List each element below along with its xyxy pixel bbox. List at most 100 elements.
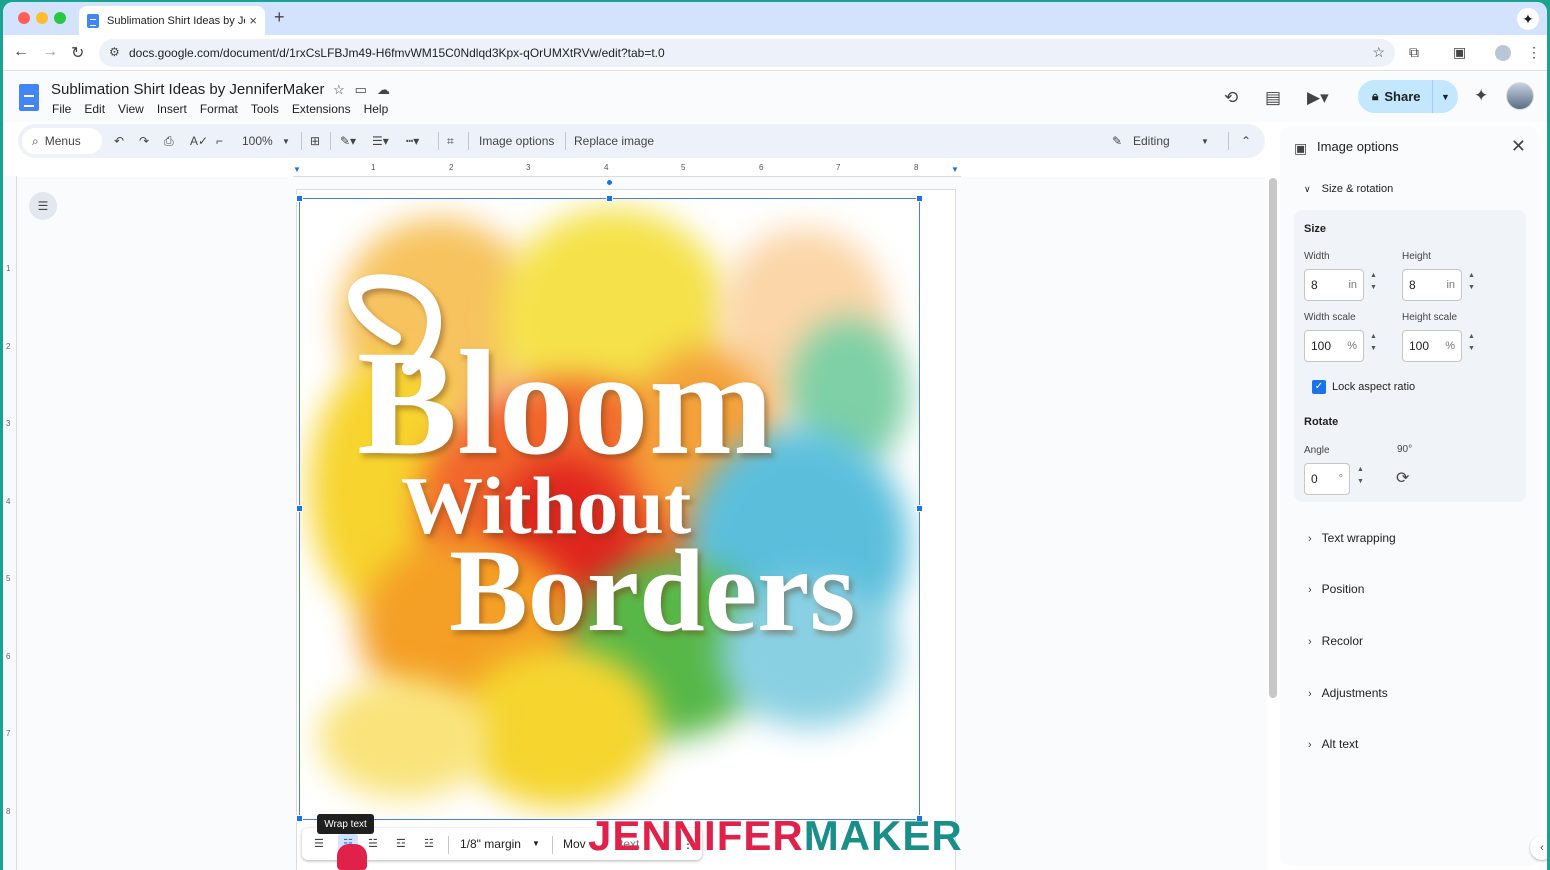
- tab-close-icon[interactable]: ×: [249, 13, 257, 28]
- close-panel-icon[interactable]: ✕: [1511, 136, 1526, 157]
- adjustments-section[interactable]: › Adjustments: [1308, 686, 1388, 700]
- meet-icon[interactable]: ▶▾: [1307, 88, 1329, 108]
- forward-icon[interactable]: →: [42, 43, 58, 61]
- insert-comment-icon[interactable]: ⊞: [310, 134, 320, 148]
- vertical-ruler[interactable]: 1 2 3 4 5 6 7 8: [3, 176, 17, 870]
- text-wrapping-section[interactable]: › Text wrapping: [1308, 531, 1396, 545]
- width-scale-stepper[interactable]: ▲ ▼: [1370, 331, 1377, 355]
- height-label: Height: [1402, 251, 1431, 262]
- menu-tools[interactable]: Tools: [251, 102, 279, 116]
- watermark-part-2: MAKER: [803, 812, 963, 859]
- recolor-section[interactable]: › Recolor: [1308, 634, 1363, 648]
- break-text-icon[interactable]: ☱: [368, 837, 378, 850]
- mode-chevron-icon[interactable]: ▼: [1201, 137, 1209, 146]
- size-rotation-header[interactable]: ∨ Size & rotation: [1304, 183, 1393, 195]
- margin-select[interactable]: 1/8" margin: [460, 837, 521, 851]
- left-indent-icon[interactable]: ▼: [293, 165, 301, 174]
- width-input[interactable]: 8 in: [1304, 269, 1364, 301]
- gemini-icon[interactable]: ✦: [1517, 8, 1539, 30]
- angle-input[interactable]: 0 °: [1304, 463, 1350, 495]
- close-window-button[interactable]: [18, 12, 30, 24]
- height-scale-input[interactable]: 100%: [1402, 330, 1462, 362]
- height-stepper[interactable]: ▲ ▼: [1468, 270, 1475, 294]
- image-selection-frame[interactable]: [299, 198, 920, 820]
- gemini-sparkle-icon[interactable]: ✦: [1474, 86, 1488, 106]
- tab-search-icon[interactable]: ▣: [1453, 44, 1466, 61]
- width-stepper[interactable]: ▲ ▼: [1370, 270, 1377, 294]
- version-history-icon[interactable]: ⟲: [1224, 88, 1238, 108]
- share-dropdown-icon[interactable]: ▼: [1432, 80, 1458, 113]
- spellcheck-icon[interactable]: A✓: [190, 134, 208, 148]
- undo-icon[interactable]: ↶: [114, 134, 124, 148]
- zoom-select[interactable]: 100%: [242, 134, 273, 148]
- editing-mode-select[interactable]: Editing: [1133, 134, 1170, 148]
- user-avatar[interactable]: [1506, 82, 1534, 110]
- front-of-text-icon[interactable]: ☳: [424, 837, 434, 850]
- menu-extensions[interactable]: Extensions: [292, 102, 351, 116]
- width-scale-input[interactable]: 100%: [1304, 330, 1364, 362]
- browser-tab[interactable]: Sublimation Shirt Ideas by Je ×: [79, 6, 265, 35]
- border-dash-icon[interactable]: ┅▾: [406, 134, 419, 148]
- minimize-window-button[interactable]: [36, 12, 48, 24]
- resize-handle[interactable]: [296, 815, 303, 822]
- position-section[interactable]: › Position: [1308, 582, 1364, 596]
- rotate-90-icon[interactable]: ⟳: [1396, 468, 1409, 488]
- height-input[interactable]: 8 in: [1402, 269, 1462, 301]
- document-title[interactable]: Sublimation Shirt Ideas by JenniferMaker: [51, 81, 324, 98]
- redo-icon[interactable]: ↷: [139, 134, 149, 148]
- rotate-handle[interactable]: [606, 179, 613, 186]
- profile-avatar[interactable]: [1495, 45, 1511, 61]
- bookmark-star-icon[interactable]: ☆: [1372, 44, 1385, 61]
- cloud-status-icon[interactable]: ☁: [377, 82, 400, 97]
- url-bar[interactable]: ⚙ docs.google.com/document/d/1rxCsLFBJm4…: [99, 39, 1395, 67]
- document-outline-button[interactable]: ☰: [29, 192, 57, 220]
- resize-handle[interactable]: [296, 195, 303, 202]
- search-menus-button[interactable]: ⌕ Menus: [22, 128, 102, 154]
- more-vert-icon[interactable]: ⋮: [1527, 44, 1541, 61]
- menu-insert[interactable]: Insert: [157, 102, 187, 116]
- side-panel-toggle-icon[interactable]: ‹: [1530, 836, 1547, 860]
- extensions-icon[interactable]: ⧉: [1409, 44, 1419, 61]
- share-button[interactable]: 🔒︎ Share ▼: [1358, 80, 1458, 113]
- horizontal-ruler[interactable]: 1 2 3 4 5 6 7 8 ▼ ▼: [293, 162, 961, 177]
- replace-image-button[interactable]: Replace image: [574, 134, 654, 148]
- ruler-tick: 1: [371, 163, 376, 172]
- new-tab-button[interactable]: +: [274, 7, 285, 28]
- height-scale-stepper[interactable]: ▲ ▼: [1468, 331, 1475, 355]
- comments-icon[interactable]: ▤: [1265, 88, 1281, 108]
- jennifermaker-watermark: JENNIFERMAKER: [588, 812, 963, 860]
- collapse-toolbar-icon[interactable]: ⌃: [1241, 134, 1251, 148]
- docs-logo-icon[interactable]: [19, 84, 39, 111]
- border-weight-icon[interactable]: ☰▾: [372, 134, 389, 148]
- maximize-window-button[interactable]: [54, 12, 66, 24]
- menu-help[interactable]: Help: [364, 102, 389, 116]
- site-info-icon[interactable]: ⚙: [109, 45, 120, 59]
- resize-handle[interactable]: [916, 195, 923, 202]
- move-with-text-select[interactable]: Mov: [563, 837, 586, 851]
- paint-format-icon[interactable]: ⌐: [216, 134, 223, 148]
- angle-stepper[interactable]: ▲ ▼: [1357, 464, 1364, 488]
- reload-icon[interactable]: ↻: [71, 43, 84, 63]
- border-color-icon[interactable]: ✎▾: [340, 134, 356, 148]
- move-folder-icon[interactable]: ▭: [355, 82, 377, 97]
- image-options-button[interactable]: Image options: [479, 134, 554, 148]
- zoom-chevron-icon[interactable]: ▼: [282, 137, 290, 146]
- menu-file[interactable]: File: [52, 102, 71, 116]
- resize-handle[interactable]: [296, 505, 303, 512]
- star-icon[interactable]: ☆: [333, 82, 355, 97]
- resize-handle[interactable]: [606, 195, 613, 202]
- behind-text-icon[interactable]: ☲: [396, 837, 406, 850]
- resize-handle[interactable]: [916, 505, 923, 512]
- margin-chevron-icon[interactable]: ▼: [532, 839, 540, 848]
- menu-edit[interactable]: Edit: [84, 102, 105, 116]
- scrollbar[interactable]: [1269, 178, 1277, 698]
- alt-text-section[interactable]: › Alt text: [1308, 737, 1358, 751]
- back-icon[interactable]: ←: [13, 43, 29, 61]
- crop-icon[interactable]: ⌗: [447, 134, 454, 149]
- print-icon[interactable]: ⎙: [164, 134, 174, 149]
- menu-format[interactable]: Format: [200, 102, 238, 116]
- menu-view[interactable]: View: [118, 102, 144, 116]
- inline-wrap-icon[interactable]: ☰: [314, 837, 324, 850]
- lock-aspect-checkbox[interactable]: ✓: [1312, 380, 1326, 394]
- right-indent-icon[interactable]: ▼: [951, 165, 959, 174]
